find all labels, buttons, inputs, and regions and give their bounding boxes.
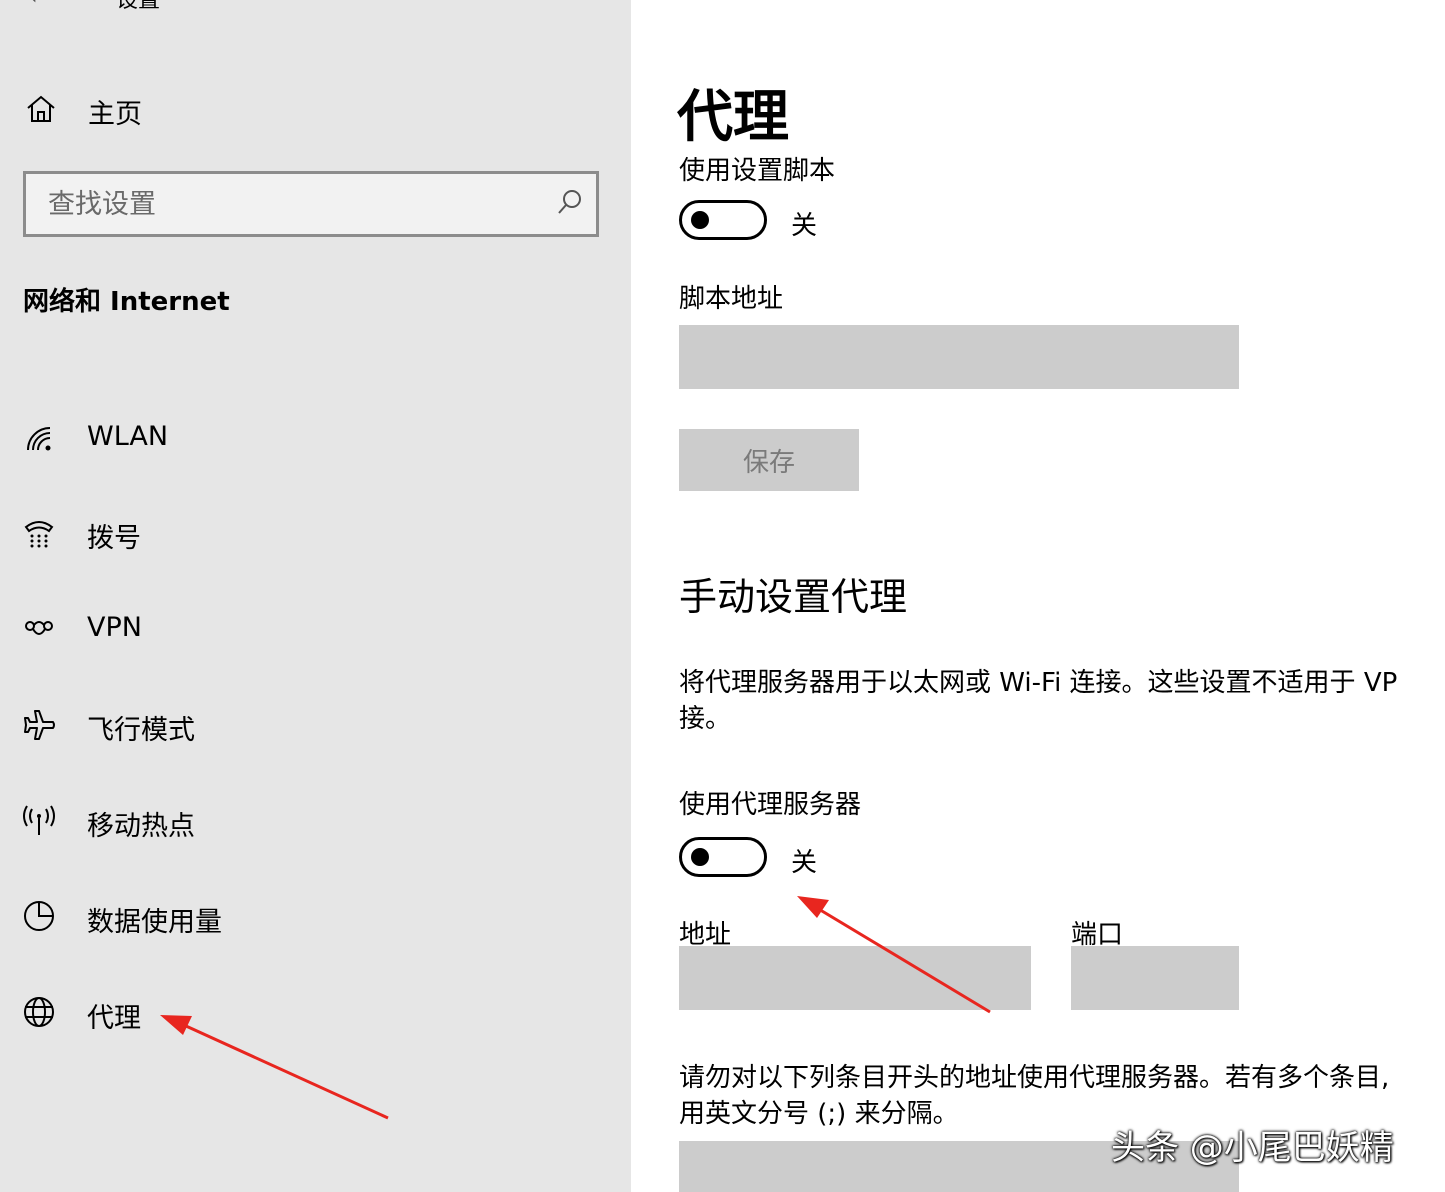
watermark: 头条 @小尾巴妖精	[1111, 1128, 1394, 1168]
sidebar: ‹ 设置 主页 网络和 Internet WLAN	[0, 0, 631, 1192]
hotspot-icon	[22, 803, 56, 837]
proxy-toggle-state: 关	[791, 848, 818, 878]
window-title: 设置	[116, 0, 161, 13]
home-label: 主页	[88, 99, 142, 130]
use-proxy-label: 使用代理服务器	[679, 790, 862, 820]
vpn-icon	[22, 613, 56, 647]
sidebar-item-label: 代理	[87, 1003, 141, 1034]
sidebar-item-label: VPN	[87, 612, 142, 643]
proxy-address-input[interactable]	[679, 946, 1031, 1010]
save-button[interactable]: 保存	[679, 429, 859, 491]
script-toggle[interactable]	[679, 200, 767, 240]
airplane-icon	[22, 708, 56, 742]
exceptions-description-line2: 用英文分号 (;) 来分隔。	[679, 1099, 959, 1129]
manual-description-line2: 接。	[679, 704, 732, 734]
wifi-icon	[22, 422, 56, 456]
proxy-port-input[interactable]	[1071, 946, 1239, 1010]
data-usage-icon	[22, 899, 56, 933]
search-icon[interactable]	[556, 188, 584, 216]
page-title: 代理	[677, 85, 789, 150]
manual-section-title: 手动设置代理	[679, 575, 908, 619]
script-address-label: 脚本地址	[679, 284, 784, 314]
search-input[interactable]	[46, 186, 530, 222]
toggle-knob	[691, 848, 709, 866]
proxy-toggle[interactable]	[679, 837, 767, 877]
script-toggle-state: 关	[791, 211, 818, 241]
back-arrow-icon[interactable]: ‹	[28, 0, 38, 10]
globe-icon	[22, 995, 56, 1029]
main-panel: 代理 使用设置脚本 关 脚本地址 保存 手动设置代理 将代理服务器用于以太网或 …	[631, 0, 1445, 1192]
search-box[interactable]	[23, 171, 599, 237]
sidebar-item-label: 数据使用量	[87, 907, 222, 938]
toggle-knob	[691, 211, 709, 229]
script-setting-label: 使用设置脚本	[679, 156, 836, 186]
home-icon	[24, 92, 58, 126]
manual-description-line1: 将代理服务器用于以太网或 Wi-Fi 连接。这些设置不适用于 VP	[679, 668, 1398, 698]
script-address-input[interactable]	[679, 325, 1239, 389]
dialup-icon	[22, 517, 56, 551]
sidebar-item-label: 移动热点	[87, 811, 195, 842]
section-title: 网络和 Internet	[23, 287, 230, 317]
sidebar-item-label: 飞行模式	[87, 715, 195, 746]
exceptions-description-line1: 请勿对以下列条目开头的地址使用代理服务器。若有多个条目,	[679, 1063, 1390, 1093]
sidebar-item-label: WLAN	[87, 421, 169, 452]
sidebar-item-label: 拨号	[87, 523, 141, 554]
